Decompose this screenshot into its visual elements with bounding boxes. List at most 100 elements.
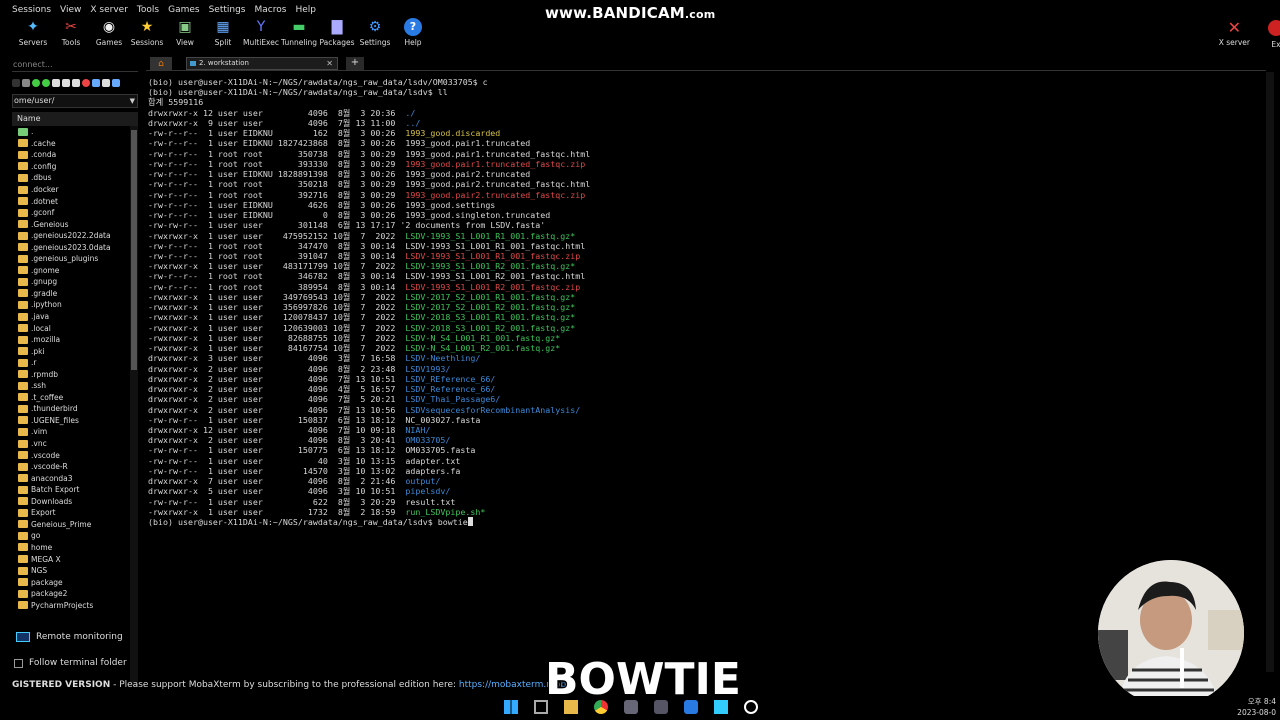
file-explorer-icon[interactable]: [562, 698, 580, 716]
home-tab[interactable]: ⌂: [150, 57, 172, 70]
list-item[interactable]: .ipython: [12, 299, 138, 311]
xserver-button[interactable]: ✕ X server: [1219, 18, 1250, 47]
list-item[interactable]: .gnupg: [12, 276, 138, 288]
list-item[interactable]: .cache: [12, 138, 138, 150]
settings-icon[interactable]: [112, 79, 120, 87]
list-item[interactable]: home: [12, 542, 138, 554]
list-item[interactable]: .mozilla: [12, 334, 138, 346]
path-field[interactable]: ome/user/ ▼: [12, 94, 138, 108]
arrow-up-icon[interactable]: [22, 79, 30, 87]
menu-item-tools[interactable]: Tools: [137, 3, 159, 17]
list-item[interactable]: package: [12, 576, 138, 588]
split-button[interactable]: ▦ Split: [204, 18, 242, 52]
list-item[interactable]: Batch Export: [12, 484, 138, 496]
app-icon[interactable]: [622, 698, 640, 716]
list-item[interactable]: .geneious2022.2data: [12, 230, 138, 242]
list-item[interactable]: Downloads: [12, 496, 138, 508]
list-item[interactable]: .docker: [12, 184, 138, 196]
list-item[interactable]: .config: [12, 161, 138, 173]
list-item[interactable]: .t_coffee: [12, 392, 138, 404]
new-folder-icon[interactable]: [62, 79, 70, 87]
remote-monitoring-button[interactable]: Remote monitoring: [16, 632, 123, 642]
arrow-up-icon[interactable]: [12, 79, 20, 87]
column-header-name[interactable]: Name: [12, 112, 138, 126]
list-item[interactable]: .rpmdb: [12, 368, 138, 380]
packages-button[interactable]: ▇ Packages: [318, 18, 356, 52]
list-item[interactable]: .r: [12, 357, 138, 369]
sidebar-scrollbar[interactable]: [130, 126, 138, 686]
list-item[interactable]: MEGA X: [12, 553, 138, 565]
task-view-icon[interactable]: [532, 698, 550, 716]
list-item[interactable]: .thunderbird: [12, 403, 138, 415]
vscode-icon[interactable]: [682, 698, 700, 716]
terminal-output[interactable]: (bio) user@user-X11DAi-N:~/NGS/rawdata/n…: [148, 77, 1268, 677]
multiexec-button[interactable]: Y MultiExec: [242, 18, 280, 52]
servers-button[interactable]: ✦ Servers: [14, 18, 52, 52]
list-item[interactable]: Geneious_Prime: [12, 519, 138, 531]
checkbox-icon[interactable]: [14, 658, 23, 668]
list-item[interactable]: NGS: [12, 565, 138, 577]
list-item[interactable]: .Geneious: [12, 218, 138, 230]
menu-item-x-server[interactable]: X server: [90, 3, 128, 17]
menu-item-sessions[interactable]: Sessions: [12, 3, 51, 17]
list-item[interactable]: .gnome: [12, 265, 138, 277]
list-item[interactable]: .dbus: [12, 172, 138, 184]
help-button[interactable]: ? Help: [394, 18, 432, 52]
list-item[interactable]: .conda: [12, 149, 138, 161]
scroll-thumb[interactable]: [131, 130, 137, 370]
list-item[interactable]: .vscode-R: [12, 461, 138, 473]
list-item[interactable]: .geneious_plugins: [12, 253, 138, 265]
bandicam-record-icon[interactable]: [742, 698, 760, 716]
menu-item-view[interactable]: View: [60, 3, 81, 17]
list-item[interactable]: .: [12, 126, 138, 138]
tab-workstation[interactable]: 2. workstation ✕: [186, 57, 338, 70]
prompt-line[interactable]: (bio) user@user-X11DAi-N:~/NGS/rawdata/n…: [148, 517, 1268, 527]
list-item[interactable]: PycharmProjects: [12, 599, 138, 611]
sessions-button[interactable]: ★ Sessions: [128, 18, 166, 52]
list-item[interactable]: .UGENE_files: [12, 415, 138, 427]
download-icon[interactable]: [42, 79, 50, 87]
list-item[interactable]: .java: [12, 311, 138, 323]
list-item[interactable]: package2: [12, 588, 138, 600]
list-item[interactable]: .gradle: [12, 288, 138, 300]
list-item[interactable]: .ssh: [12, 380, 138, 392]
upload-icon[interactable]: [92, 79, 100, 87]
list-item[interactable]: .vscode: [12, 449, 138, 461]
system-clock[interactable]: 오후 8:4 2023-08-0: [1237, 696, 1276, 718]
view-button[interactable]: ▣ View: [166, 18, 204, 52]
list-item[interactable]: anaconda3: [12, 472, 138, 484]
menu-item-settings[interactable]: Settings: [209, 3, 246, 17]
view-icon[interactable]: [102, 79, 110, 87]
list-item[interactable]: .dotnet: [12, 195, 138, 207]
list-item[interactable]: Export: [12, 507, 138, 519]
list-item[interactable]: .gconf: [12, 207, 138, 219]
games-button[interactable]: ◉ Games: [90, 18, 128, 52]
mobaxterm-icon[interactable]: [652, 698, 670, 716]
typed-command[interactable]: bowtie: [438, 517, 468, 527]
rename-icon[interactable]: [72, 79, 80, 87]
windows-start-icon[interactable]: [502, 698, 520, 716]
chevron-down-icon[interactable]: ▼: [130, 95, 135, 107]
exit-button[interactable]: Ex: [1268, 18, 1280, 49]
notepad-icon[interactable]: [712, 698, 730, 716]
menu-item-macros[interactable]: Macros: [255, 3, 287, 17]
list-item[interactable]: .geneious2023.0data: [12, 241, 138, 253]
menu-item-games[interactable]: Games: [168, 3, 199, 17]
terminal-scrollbar[interactable]: [1266, 72, 1274, 672]
list-item[interactable]: .vnc: [12, 438, 138, 450]
chrome-icon[interactable]: [592, 698, 610, 716]
follow-folder-checkbox[interactable]: Follow terminal folder: [14, 658, 127, 668]
list-item[interactable]: .vim: [12, 426, 138, 438]
close-icon[interactable]: ✕: [326, 58, 333, 69]
quick-connect-input[interactable]: connect...: [12, 58, 138, 72]
list-item[interactable]: .pki: [12, 345, 138, 357]
list-item[interactable]: go: [12, 530, 138, 542]
tunneling-button[interactable]: ▬ Tunneling: [280, 18, 318, 52]
menu-item-help[interactable]: Help: [295, 3, 316, 17]
new-tab-button[interactable]: +: [346, 57, 364, 70]
list-item[interactable]: .local: [12, 322, 138, 334]
delete-icon[interactable]: [82, 79, 90, 87]
refresh-icon[interactable]: [32, 79, 40, 87]
settings-button[interactable]: ⚙ Settings: [356, 18, 394, 52]
tools-button[interactable]: ✂ Tools: [52, 18, 90, 52]
